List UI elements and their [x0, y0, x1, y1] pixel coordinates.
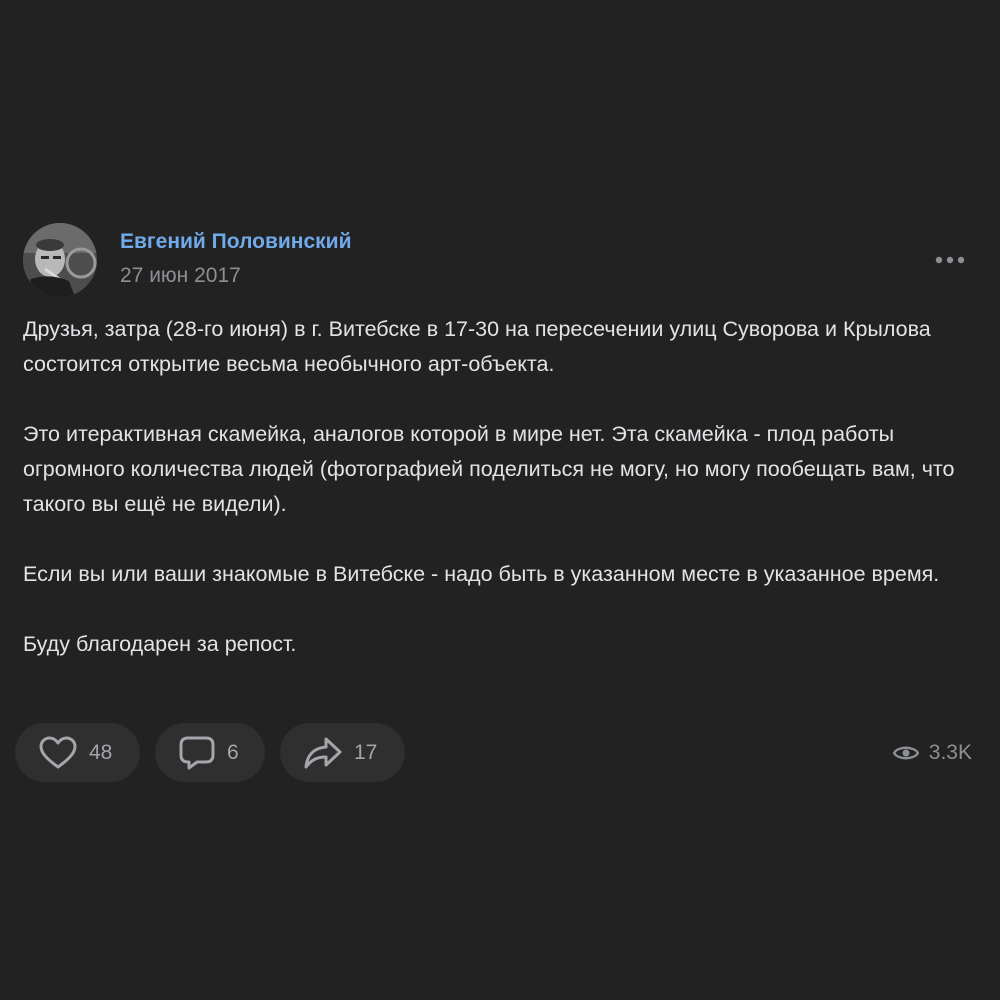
eye-icon	[892, 744, 919, 762]
like-count: 48	[89, 740, 113, 764]
user-photo-avatar	[23, 223, 97, 297]
views-count: 3.3K	[928, 741, 972, 764]
like-button[interactable]: 48	[15, 723, 140, 782]
author-name-link[interactable]: Евгений Половинский	[120, 230, 351, 254]
share-count: 17	[354, 740, 378, 764]
comment-button[interactable]: 6	[155, 723, 265, 782]
more-horizontal-icon	[935, 256, 965, 264]
post-date[interactable]: 27 июн 2017	[120, 264, 241, 288]
post-paragraph: Это итерактивная скамейка, аналогов кото…	[23, 422, 955, 516]
share-button[interactable]: 17	[280, 723, 405, 782]
comment-count: 6	[227, 740, 239, 764]
author-avatar[interactable]	[23, 223, 97, 297]
heart-icon	[39, 736, 77, 770]
wall-post: Евгений Половинский 27 июн 2017 Друзья, …	[0, 0, 1000, 1000]
more-button[interactable]	[926, 246, 974, 274]
comment-icon	[179, 736, 215, 770]
share-arrow-icon	[304, 736, 342, 770]
post-paragraph: Буду благодарен за репост.	[23, 632, 297, 656]
post-paragraph: Друзья, затра (28-го июня) в г. Витебске…	[23, 317, 931, 376]
post-text: Друзья, затра (28-го июня) в г. Витебске…	[23, 312, 973, 697]
post-paragraph: Если вы или ваши знакомые в Витебске - н…	[23, 562, 940, 586]
views-counter: 3.3K	[892, 738, 972, 768]
